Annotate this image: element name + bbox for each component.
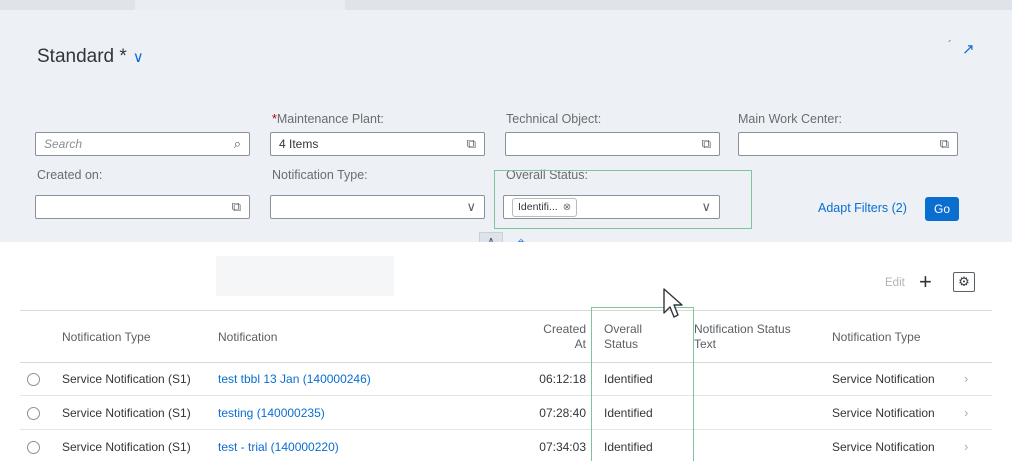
go-button[interactable]: Go bbox=[925, 197, 959, 221]
value-help-icon[interactable]: ⧉ bbox=[702, 136, 711, 152]
table-row[interactable]: Service Notification (S1) testing (14000… bbox=[20, 397, 992, 430]
chevron-down-icon[interactable]: ∨ bbox=[466, 199, 476, 215]
add-button[interactable]: + bbox=[919, 269, 932, 295]
shell-search-area[interactable] bbox=[135, 0, 345, 10]
cell-notification-type-2: Service Notification bbox=[832, 372, 935, 386]
cell-notification-link[interactable]: test tbbl 13 Jan (140000246) bbox=[218, 372, 371, 386]
cell-notification-type-2: Service Notification bbox=[832, 406, 935, 420]
cell-notification-type: Service Notification (S1) bbox=[62, 440, 191, 454]
value-help-icon[interactable]: ⧉ bbox=[940, 136, 949, 152]
row-select-radio[interactable] bbox=[27, 373, 40, 386]
table-row[interactable]: Service Notification (S1) test - trial (… bbox=[20, 431, 992, 464]
created-on-input[interactable]: ⧉ bbox=[35, 195, 250, 219]
overall-status-column-highlight bbox=[591, 307, 694, 461]
variant-selector[interactable]: Standard * ∨ bbox=[37, 46, 144, 68]
search-icon[interactable]: ⌕ bbox=[234, 136, 241, 152]
value-help-icon[interactable]: ⧉ bbox=[232, 199, 241, 215]
cell-created-at: 07:34:03 bbox=[539, 440, 586, 454]
row-select-radio[interactable] bbox=[27, 441, 40, 454]
cell-notification-type: Service Notification (S1) bbox=[62, 406, 191, 420]
table-title-placeholder bbox=[216, 256, 394, 296]
column-header-notification[interactable]: Notification bbox=[218, 330, 277, 345]
share-icon[interactable]: ↗ bbox=[962, 40, 975, 58]
row-navigation-icon[interactable]: › bbox=[964, 439, 968, 454]
cell-created-at: 06:12:18 bbox=[539, 372, 586, 386]
column-header-notification-type-2[interactable]: Notification Type bbox=[832, 330, 921, 345]
notification-type-label: Notification Type: bbox=[272, 168, 368, 182]
notification-type-select[interactable]: ∨ bbox=[270, 195, 485, 219]
variant-title: Standard * bbox=[37, 46, 127, 67]
cell-created-at: 07:28:40 bbox=[539, 406, 586, 420]
row-navigation-icon[interactable]: › bbox=[964, 371, 968, 386]
cell-notification-type: Service Notification (S1) bbox=[62, 372, 191, 386]
column-header-status-text[interactable]: Notification Status Text bbox=[694, 322, 791, 352]
gear-icon[interactable]: ⚙ bbox=[953, 272, 975, 292]
adapt-filters-link[interactable]: Adapt Filters (2) bbox=[818, 201, 907, 215]
table-toolbar bbox=[0, 242, 1012, 314]
main-work-center-label: Main Work Center: bbox=[738, 112, 842, 126]
maintenance-plant-input[interactable]: 4 Items ⧉ bbox=[270, 132, 485, 156]
column-header-notification-type[interactable]: Notification Type bbox=[62, 330, 151, 345]
mouse-cursor-icon bbox=[663, 288, 683, 318]
table-top-divider bbox=[20, 310, 992, 311]
chevron-down-icon: ∨ bbox=[132, 49, 144, 66]
edit-button[interactable]: Edit bbox=[885, 277, 905, 289]
shell-bar bbox=[0, 0, 1012, 10]
cell-notification-type-2: Service Notification bbox=[832, 440, 935, 454]
search-input[interactable]: Search ⌕ bbox=[35, 132, 250, 156]
technical-object-label: Technical Object: bbox=[506, 112, 602, 126]
row-navigation-icon[interactable]: › bbox=[964, 405, 968, 420]
table-row[interactable]: Service Notification (S1) test tbbl 13 J… bbox=[20, 363, 992, 396]
cell-notification-link[interactable]: testing (140000235) bbox=[218, 406, 325, 420]
value-help-icon[interactable]: ⧉ bbox=[467, 136, 476, 152]
maintenance-plant-label: *Maintenance Plant: bbox=[272, 112, 384, 126]
overall-status-highlight bbox=[494, 170, 752, 229]
main-work-center-input[interactable]: ⧉ bbox=[738, 132, 958, 156]
created-on-label: Created on: bbox=[37, 168, 103, 182]
technical-object-input[interactable]: ⧉ bbox=[505, 132, 720, 156]
cell-notification-link[interactable]: test - trial (140000220) bbox=[218, 440, 339, 454]
dirty-indicator-icon: ´ bbox=[948, 38, 952, 52]
row-select-radio[interactable] bbox=[27, 407, 40, 420]
column-header-created-at[interactable]: Created At bbox=[532, 322, 586, 352]
